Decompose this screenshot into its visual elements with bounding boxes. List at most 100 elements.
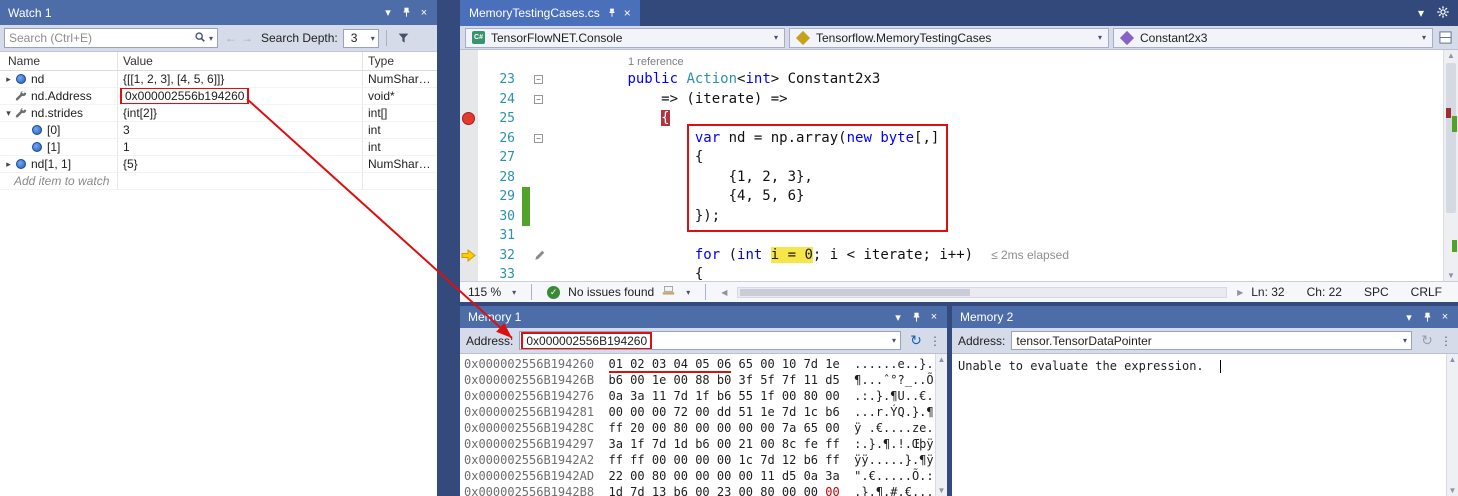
- horizontal-scrollbar[interactable]: [737, 287, 1227, 298]
- breakpoint-margin[interactable]: [460, 168, 478, 188]
- code-line-text[interactable]: [550, 226, 1458, 246]
- watch-row[interactable]: ▸nd{[[1, 2, 3], [4, 5, 6]]}NumShar…: [0, 71, 437, 88]
- chevron-down-icon[interactable]: ▾: [892, 336, 896, 345]
- column-header-name[interactable]: Name: [0, 52, 118, 70]
- column-header-type[interactable]: Type: [363, 52, 437, 70]
- editor-vertical-scrollbar[interactable]: ▲ ▼: [1443, 50, 1458, 281]
- code-line-text[interactable]: });: [550, 207, 1458, 227]
- code-line-text[interactable]: public Action<int> Constant2x3: [550, 70, 1458, 90]
- search-next-icon[interactable]: →: [239, 31, 255, 45]
- watch-row[interactable]: ▾nd.strides{int[2]}int[]: [0, 105, 437, 122]
- code-line-text[interactable]: {1, 2, 3},: [550, 168, 1458, 188]
- class-dropdown[interactable]: Tensorflow.MemoryTestingCases ▾: [789, 28, 1109, 48]
- add-watch-row[interactable]: Add item to watch: [0, 173, 437, 190]
- breakpoint-margin[interactable]: [460, 246, 478, 266]
- code-line-text[interactable]: => (iterate) =>: [550, 90, 1458, 110]
- refresh-icon[interactable]: ↻: [1419, 332, 1435, 349]
- scroll-down-icon[interactable]: ▼: [1444, 271, 1458, 280]
- memory1-titlebar[interactable]: Memory 1 ▾ ×: [460, 306, 947, 328]
- code-line-text[interactable]: {: [550, 265, 1458, 281]
- breakpoint-margin[interactable]: [460, 148, 478, 168]
- scroll-up-icon[interactable]: ▲: [936, 355, 947, 364]
- code-editor[interactable]: 1 reference23− public Action<int> Consta…: [460, 50, 1458, 281]
- window-position-icon[interactable]: ▾: [379, 4, 397, 22]
- search-options-chevron-icon[interactable]: ▾: [209, 34, 213, 43]
- scrollbar-thumb[interactable]: [1446, 63, 1456, 213]
- search-prev-icon[interactable]: ←: [223, 31, 239, 45]
- toolbar-overflow-icon[interactable]: ⋮: [929, 334, 941, 348]
- breakpoint-margin[interactable]: [460, 226, 478, 246]
- code-line-text[interactable]: {: [550, 148, 1458, 168]
- watch-titlebar[interactable]: Watch 1 ▾ ×: [0, 0, 437, 25]
- memory2-titlebar[interactable]: Memory 2 ▾ ×: [952, 306, 1458, 328]
- split-window-icon[interactable]: [1435, 28, 1455, 48]
- collapsed-expander-icon[interactable]: ▸: [3, 74, 14, 85]
- collapsed-expander-icon[interactable]: ▸: [3, 159, 14, 170]
- hscroll-left-icon[interactable]: ◀: [721, 288, 727, 297]
- code-line-text[interactable]: {4, 5, 6}: [550, 187, 1458, 207]
- outline-collapse-icon[interactable]: −: [534, 134, 543, 143]
- column-indicator[interactable]: Ch: 22: [1307, 285, 1342, 299]
- breakpoint-margin[interactable]: [460, 187, 478, 207]
- zoom-level[interactable]: 115 %: [468, 285, 501, 299]
- toolbar-overflow-icon[interactable]: ⋮: [1440, 334, 1452, 348]
- issues-status[interactable]: No issues found: [568, 285, 654, 299]
- window-position-icon[interactable]: ▾: [1400, 308, 1418, 326]
- memory1-scrollbar[interactable]: ▲ ▼: [935, 354, 947, 496]
- breakpoint-margin[interactable]: [460, 90, 478, 110]
- project-dropdown[interactable]: C# TensorFlowNET.Console ▾: [465, 28, 785, 48]
- tab-memorytestingcases[interactable]: MemoryTestingCases.cs ×: [460, 0, 640, 26]
- pin-icon[interactable]: [607, 8, 617, 18]
- window-position-icon[interactable]: ▾: [1418, 6, 1424, 20]
- breakpoint-margin[interactable]: [460, 129, 478, 149]
- watch-row[interactable]: [1]1int: [0, 139, 437, 156]
- issues-filter-icon[interactable]: [662, 285, 675, 299]
- pin-icon[interactable]: [397, 4, 415, 22]
- outline-collapse-icon[interactable]: −: [534, 75, 543, 84]
- window-position-icon[interactable]: ▾: [889, 308, 907, 326]
- scroll-down-icon[interactable]: ▼: [936, 486, 947, 495]
- breakpoint-icon[interactable]: [462, 112, 475, 125]
- search-input[interactable]: Search (Ctrl+E) ▾: [4, 28, 218, 48]
- breakpoint-margin[interactable]: [460, 265, 478, 281]
- spaces-indicator[interactable]: SPC: [1364, 285, 1389, 299]
- code-line-text[interactable]: for (int i = 0; i < iterate; i++)≤ 2ms e…: [550, 246, 1458, 266]
- scroll-up-icon[interactable]: ▲: [1447, 355, 1458, 364]
- close-icon[interactable]: ×: [1436, 308, 1454, 326]
- memory1-address-input[interactable]: 0x000002556B194260 ▾: [519, 331, 901, 350]
- breakpoint-margin[interactable]: [460, 207, 478, 227]
- hscroll-right-icon[interactable]: ▶: [1237, 288, 1243, 297]
- refresh-icon[interactable]: ↻: [908, 332, 924, 349]
- watch-row[interactable]: nd.Address0x000002556b194260void*: [0, 88, 437, 105]
- breakpoint-margin[interactable]: [460, 109, 478, 129]
- watch-row[interactable]: [0]3int: [0, 122, 437, 139]
- memory2-address-input[interactable]: tensor.TensorDataPointer ▾: [1011, 331, 1412, 350]
- filter-icon[interactable]: [394, 28, 414, 48]
- breakpoint-margin[interactable]: [460, 70, 478, 90]
- gear-icon[interactable]: [1436, 5, 1450, 22]
- scroll-up-icon[interactable]: ▲: [1444, 51, 1458, 60]
- scrollbar-thumb[interactable]: [740, 289, 970, 296]
- code-line-text[interactable]: var nd = np.array(new byte[,]: [550, 129, 1458, 149]
- eol-indicator[interactable]: CRLF: [1411, 285, 1442, 299]
- zoom-chevron-icon[interactable]: ▾: [512, 288, 516, 297]
- member-dropdown[interactable]: Constant2x3 ▾: [1113, 28, 1433, 48]
- memory2-scrollbar[interactable]: ▲ ▼: [1446, 354, 1458, 496]
- memory1-rows[interactable]: 0x000002556B194260 01 02 03 04 05 06 65 …: [460, 354, 947, 496]
- close-icon[interactable]: ×: [624, 6, 631, 20]
- pin-icon[interactable]: [1418, 308, 1436, 326]
- code-line-text[interactable]: {: [550, 109, 1458, 129]
- column-header-value[interactable]: Value: [118, 52, 363, 70]
- close-icon[interactable]: ×: [925, 308, 943, 326]
- chevron-down-icon[interactable]: ▾: [1403, 336, 1407, 345]
- codelens-references[interactable]: 1 reference: [628, 56, 684, 68]
- outline-collapse-icon[interactable]: −: [534, 95, 543, 104]
- line-indicator[interactable]: Ln: 32: [1251, 285, 1284, 299]
- chevron-down-icon[interactable]: ▾: [686, 288, 690, 297]
- pin-icon[interactable]: [907, 308, 925, 326]
- watch-row[interactable]: ▸nd[1, 1]{5}NumShar…: [0, 156, 437, 173]
- scroll-down-icon[interactable]: ▼: [1447, 486, 1458, 495]
- close-icon[interactable]: ×: [415, 4, 433, 22]
- search-depth-select[interactable]: 3 ▾: [343, 29, 379, 48]
- expanded-expander-icon[interactable]: ▾: [3, 108, 14, 119]
